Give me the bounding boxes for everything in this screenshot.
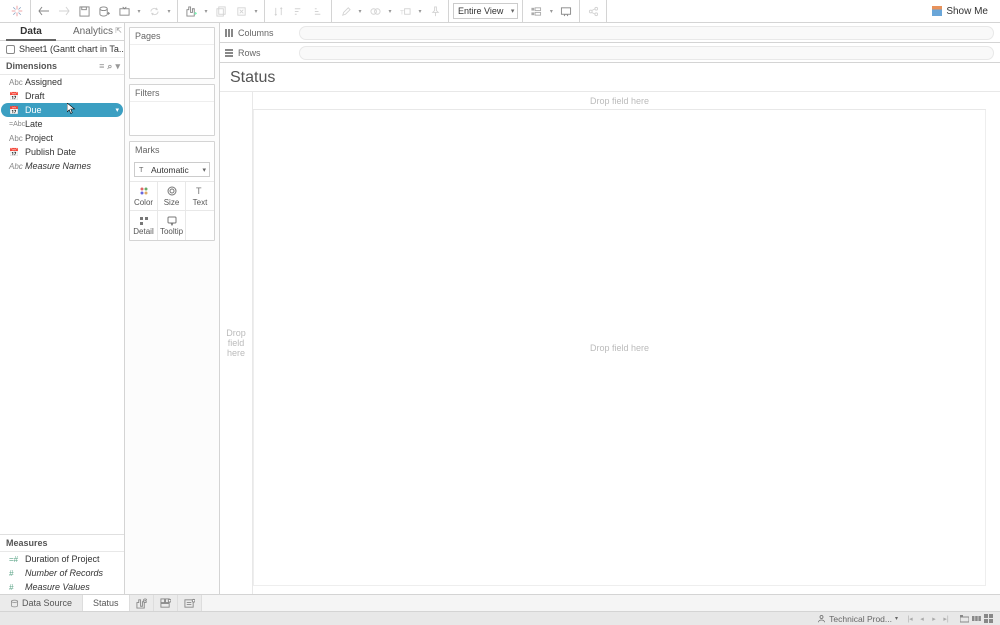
- field-publish-date[interactable]: 📅Publish Date: [1, 145, 123, 159]
- fit-mode-select[interactable]: Entire View: [453, 3, 518, 19]
- mark-type-select[interactable]: T Automatic: [134, 162, 210, 177]
- svg-text:T: T: [139, 165, 144, 174]
- data-tab[interactable]: Data: [0, 23, 62, 40]
- show-cards-icon[interactable]: [527, 2, 545, 20]
- new-worksheet-icon[interactable]: [182, 2, 200, 20]
- dropdown-icon[interactable]: ▾: [165, 2, 173, 20]
- field-duration[interactable]: =#Duration of Project: [1, 552, 123, 566]
- dimensions-list: AbcAssigned 📅Draft 📅Due =AbcLate AbcProj…: [0, 75, 124, 173]
- nav-prev-icon[interactable]: ◂: [916, 614, 928, 624]
- cards-column: Pages Filters Marks T Automatic Color Si…: [125, 23, 220, 594]
- swap-icon[interactable]: [269, 2, 287, 20]
- field-late[interactable]: =AbcLate: [1, 117, 123, 131]
- view-filmstrip-icon[interactable]: [970, 614, 982, 624]
- marks-size[interactable]: Size: [158, 182, 186, 211]
- back-icon[interactable]: [35, 2, 53, 20]
- sheet-nav: |◂ ◂ ▸ ▸|: [904, 614, 952, 624]
- viz-row-drop[interactable]: Drop field here: [220, 92, 253, 594]
- field-measure-values[interactable]: #Measure Values: [1, 580, 123, 594]
- columns-shelf[interactable]: Columns: [220, 23, 1000, 43]
- dropdown-icon[interactable]: ▾: [202, 2, 210, 20]
- marks-card: Marks T Automatic Color Size TText Detai…: [129, 141, 215, 241]
- bottom-bar: Data Source Status Technical Prod... ▾ |…: [0, 594, 1000, 625]
- new-data-source-icon[interactable]: [95, 2, 113, 20]
- dropdown-icon[interactable]: ▾: [386, 2, 394, 20]
- marks-detail[interactable]: Detail: [130, 211, 158, 240]
- sheet-title[interactable]: Status: [220, 63, 1000, 91]
- toolbar: ▾ ▾ ▾ ▾ ▾ ▾ T ▾ Entire View ▾ Show Me: [0, 0, 1000, 23]
- auto-updates-icon[interactable]: [115, 2, 133, 20]
- rows-shelf[interactable]: Rows: [220, 43, 1000, 63]
- nav-next-icon[interactable]: ▸: [928, 614, 940, 624]
- duplicate-icon[interactable]: [212, 2, 230, 20]
- data-pane: Data Analytics⇱ Sheet1 (Gantt chart in T…: [0, 23, 125, 594]
- view-mode-buttons: [958, 614, 994, 624]
- nav-last-icon[interactable]: ▸|: [940, 614, 952, 624]
- measures-header: Measures: [0, 535, 124, 552]
- search-icon[interactable]: ⌕: [107, 61, 112, 72]
- rows-icon: [224, 48, 234, 58]
- datasource-tab[interactable]: Data Source: [0, 595, 83, 611]
- main-area: Data Analytics⇱ Sheet1 (Gantt chart in T…: [0, 23, 1000, 594]
- field-assigned[interactable]: AbcAssigned: [1, 75, 123, 89]
- field-number-records[interactable]: #Number of Records: [1, 566, 123, 580]
- marks-color[interactable]: Color: [130, 182, 158, 211]
- share-icon[interactable]: [584, 2, 602, 20]
- highlight-icon[interactable]: [336, 2, 354, 20]
- columns-icon: [224, 28, 234, 38]
- view-list-icon[interactable]: ≡: [99, 61, 104, 72]
- field-project[interactable]: AbcProject: [1, 131, 123, 145]
- user-icon: [817, 614, 826, 623]
- mouse-cursor-icon: [67, 103, 76, 115]
- show-me-icon: [932, 6, 942, 16]
- user-menu[interactable]: Technical Prod... ▾: [817, 614, 898, 624]
- abc-icon[interactable]: T: [396, 2, 414, 20]
- viz-col-drop[interactable]: Drop field here: [253, 92, 986, 110]
- sort-asc-icon[interactable]: [289, 2, 307, 20]
- save-icon[interactable]: [75, 2, 93, 20]
- new-dashboard-tab[interactable]: [154, 595, 178, 611]
- dropdown-icon[interactable]: ▾: [356, 2, 364, 20]
- dropdown-icon[interactable]: ▾: [252, 2, 260, 20]
- view-sorter-icon[interactable]: [982, 614, 994, 624]
- refresh-icon[interactable]: [145, 2, 163, 20]
- dropdown-icon[interactable]: ▾: [547, 2, 555, 20]
- nav-first-icon[interactable]: |◂: [904, 614, 916, 624]
- svg-text:T: T: [400, 9, 404, 16]
- new-story-tab[interactable]: [178, 595, 202, 611]
- svg-text:T: T: [196, 186, 202, 196]
- group-icon[interactable]: [366, 2, 384, 20]
- dropdown-icon[interactable]: ▾: [135, 2, 143, 20]
- link-icon: ⇱: [115, 26, 122, 35]
- field-draft[interactable]: 📅Draft: [1, 89, 123, 103]
- columns-drop-zone[interactable]: [299, 26, 994, 40]
- sort-desc-icon[interactable]: [309, 2, 327, 20]
- forward-icon[interactable]: [55, 2, 73, 20]
- clear-icon[interactable]: [232, 2, 250, 20]
- field-measure-names[interactable]: AbcMeasure Names: [1, 159, 123, 173]
- new-worksheet-tab[interactable]: [130, 595, 154, 611]
- db-icon: [10, 599, 19, 608]
- show-me-button[interactable]: Show Me: [924, 6, 996, 17]
- viz-area: Columns Rows Status Drop field here Drop…: [220, 23, 1000, 594]
- pages-card[interactable]: Pages: [129, 27, 215, 79]
- tableau-logo-icon[interactable]: [8, 2, 26, 20]
- view-tabs-icon[interactable]: [958, 614, 970, 624]
- datasource-icon: [6, 45, 15, 54]
- presentation-icon[interactable]: [557, 2, 575, 20]
- sheet-tab-status[interactable]: Status: [83, 595, 130, 611]
- marks-text[interactable]: TText: [186, 182, 214, 211]
- drop-field-vert-label: Drop field here: [226, 328, 246, 358]
- pin-icon[interactable]: [426, 2, 444, 20]
- field-due[interactable]: 📅Due: [1, 103, 123, 117]
- dropdown-icon[interactable]: ▾: [416, 2, 424, 20]
- data-source-item[interactable]: Sheet1 (Gantt chart in Ta...: [0, 41, 124, 58]
- dimensions-header: Dimensions ≡ ⌕ ▾: [0, 58, 124, 75]
- marks-tooltip[interactable]: Tooltip: [158, 211, 186, 240]
- viz-canvas[interactable]: Drop field here: [253, 110, 986, 586]
- menu-icon[interactable]: ▾: [115, 61, 120, 72]
- analytics-tab[interactable]: Analytics⇱: [62, 23, 124, 40]
- filters-card[interactable]: Filters: [129, 84, 215, 136]
- rows-drop-zone[interactable]: [299, 46, 994, 60]
